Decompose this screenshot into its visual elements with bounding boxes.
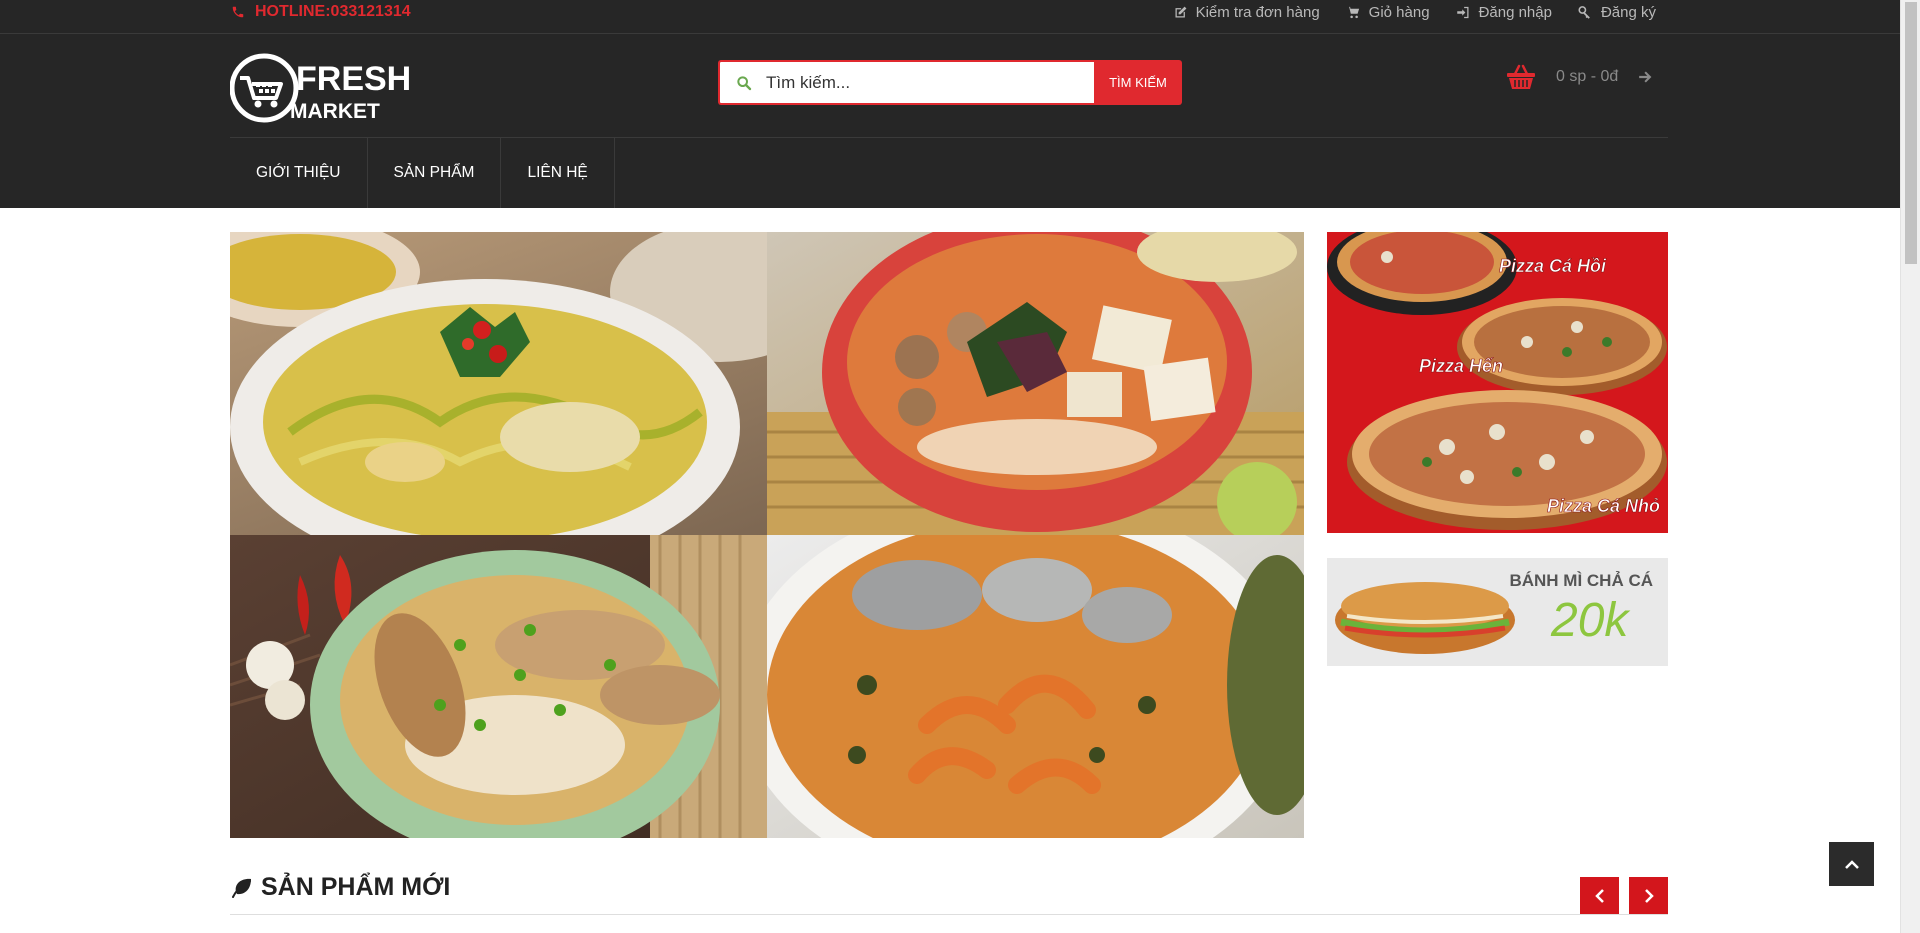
cart-icon [1346, 6, 1359, 19]
phone-icon [232, 6, 244, 18]
new-products-title: SẢN PHẨM MỚI [261, 873, 451, 901]
hotline-text: HOTLINE:033121314 [255, 3, 411, 20]
arrow-right-icon[interactable] [1638, 70, 1652, 84]
carousel-next-button[interactable] [1629, 877, 1668, 915]
key-icon [1578, 6, 1590, 19]
banh-mi-title: BÁNH MÌ CHẢ CÁ [1509, 571, 1653, 590]
food-photo-seafood-soup [767, 535, 1304, 838]
search-input[interactable] [766, 72, 1066, 93]
logo-fresh-text: FRESH [296, 60, 411, 98]
pizza-promo-banner[interactable]: Pizza Cá Hồi Pizza Hến Pizza Cá Nhỏ [1327, 232, 1668, 533]
check-order-link[interactable]: Kiểm tra đơn hàng [1173, 4, 1320, 21]
cart-link-label: Giỏ hàng [1368, 4, 1430, 21]
login-label: Đăng nhập [1478, 4, 1552, 21]
search-bar: TÌM KIẾM [718, 60, 1182, 105]
login-link[interactable]: Đăng nhập [1456, 4, 1552, 21]
check-order-label: Kiểm tra đơn hàng [1195, 4, 1320, 21]
header-cart[interactable]: 0 sp - 0đ [1506, 64, 1652, 90]
chevron-up-icon [1844, 860, 1859, 869]
page-scrollbar[interactable] [1900, 0, 1920, 933]
new-products-heading: SẢN PHẨM MỚI [230, 873, 450, 902]
hero-slider[interactable] [230, 232, 1304, 838]
food-photo-fish-noodle-soup [767, 232, 1304, 535]
scrollbar-thumb[interactable] [1905, 2, 1917, 264]
header: FRESH MARKET TÌM KIẾM 0 sp - 0đ GIỚI THI… [0, 34, 1900, 208]
hotline: HOTLINE:033121314 [231, 3, 411, 21]
edit-icon [1175, 6, 1187, 18]
register-link[interactable]: Đăng ký [1578, 4, 1656, 21]
chevron-right-icon [1644, 889, 1654, 903]
pizza-label-ca-hoi: Pizza Cá Hồi [1499, 256, 1607, 276]
back-to-top-button[interactable] [1829, 842, 1874, 886]
food-photo-noodle-soup [230, 232, 767, 535]
banh-mi-promo-banner[interactable]: BÁNH MÌ CHẢ CÁ 20k [1327, 558, 1668, 666]
account-links: Kiểm tra đơn hàng Giỏ hàng Đăng nhập Đăn… [1173, 4, 1656, 21]
register-label: Đăng ký [1600, 4, 1656, 21]
carousel-prev-button[interactable] [1580, 877, 1619, 915]
cart-summary: 0 sp - 0đ [1556, 68, 1619, 85]
nav-item-products[interactable]: SẢN PHẨM [368, 138, 502, 208]
main-nav: GIỚI THIỆU SẢN PHẨM LIÊN HỆ [230, 138, 615, 208]
logo-market-text: MARKET [290, 100, 380, 123]
search-button[interactable]: TÌM KIẾM [1094, 60, 1182, 105]
section-divider [230, 914, 1668, 915]
fresh-market-logo[interactable]: FRESH MARKET [230, 52, 430, 124]
food-photo-fish-cake-soup [230, 535, 767, 838]
search-box [718, 60, 1094, 105]
cart-link[interactable]: Giỏ hàng [1346, 4, 1430, 21]
banh-mi-price: 20k [1550, 594, 1631, 647]
nav-item-about[interactable]: GIỚI THIỆU [230, 138, 368, 208]
leaf-icon [232, 878, 251, 898]
pizza-label-hen: Pizza Hến [1419, 356, 1503, 376]
nav-item-contact[interactable]: LIÊN HỆ [501, 138, 615, 208]
basket-icon [1507, 64, 1535, 89]
top-bar: HOTLINE:033121314 Kiểm tra đơn hàng Giỏ … [0, 0, 1900, 34]
search-icon [737, 75, 752, 90]
login-icon [1456, 6, 1469, 19]
pizza-label-ca-nho: Pizza Cá Nhỏ [1547, 496, 1660, 516]
chevron-left-icon [1594, 889, 1604, 903]
